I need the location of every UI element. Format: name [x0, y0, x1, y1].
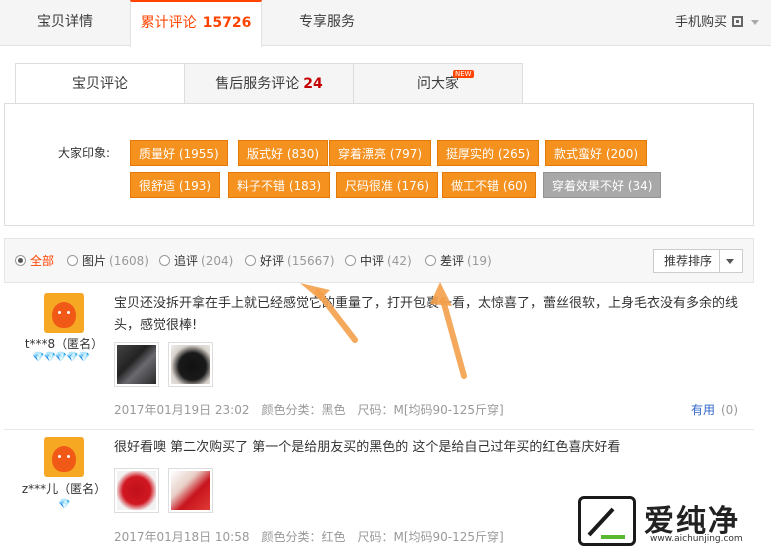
annotation-arrow-negative: [430, 282, 467, 379]
annotation-arrow-positive: [300, 283, 358, 343]
watermark: 爱纯净 www.aichunjing.com: [578, 494, 768, 550]
watermark-logo-icon: [578, 496, 636, 546]
watermark-url: www.aichunjing.com: [650, 534, 743, 544]
annotation-arrows: [300, 282, 467, 379]
watermark-logo-mark: [587, 507, 625, 539]
